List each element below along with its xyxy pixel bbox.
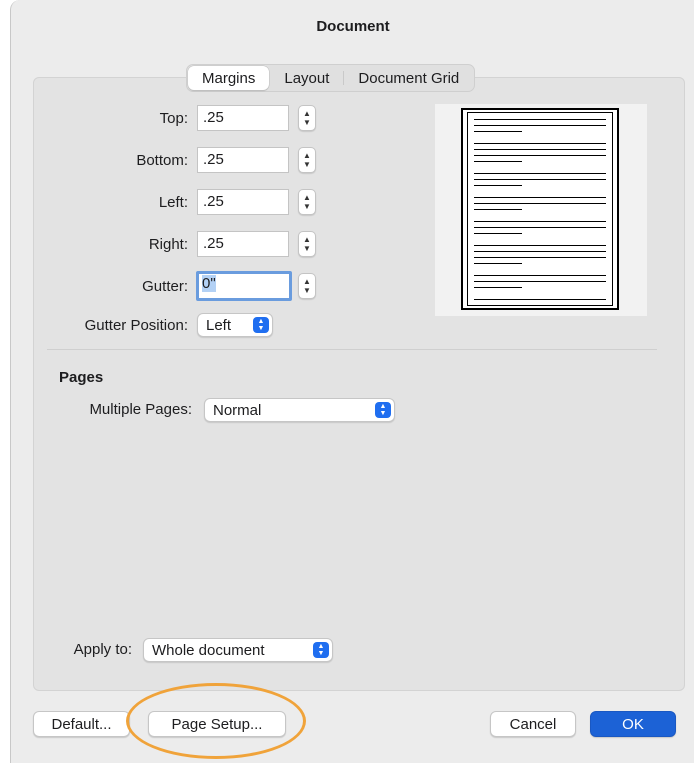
right-margin-field[interactable]: .25 xyxy=(197,231,289,257)
left-margin-field[interactable]: .25 xyxy=(197,189,289,215)
chevron-down-icon: ▼ xyxy=(303,202,311,211)
pages-section-title: Pages xyxy=(59,369,104,386)
preview-line xyxy=(474,263,522,264)
preview-line xyxy=(474,281,606,282)
chevron-up-icon: ▲ xyxy=(303,235,311,244)
left-margin-label: Left: xyxy=(158,194,188,211)
chevron-down-icon: ▼ xyxy=(303,244,311,253)
chevron-up-icon: ▲ xyxy=(303,151,311,160)
tab-bar: Margins Layout Document Grid xyxy=(186,64,476,92)
chevron-updown-icon: ▲ ▼ xyxy=(313,642,329,658)
chevron-up-icon: ▲ xyxy=(303,109,311,118)
top-margin-stepper[interactable]: ▲ ▼ xyxy=(298,105,316,131)
title-bar: Document xyxy=(11,0,694,58)
bottom-margin-stepper[interactable]: ▲ ▼ xyxy=(298,147,316,173)
page-setup-button[interactable]: Page Setup... xyxy=(148,711,286,737)
default-button[interactable]: Default... xyxy=(33,711,130,737)
right-margin-label: Right: xyxy=(148,236,188,253)
top-margin-field[interactable]: .25 xyxy=(197,105,289,131)
preview-line xyxy=(474,185,522,186)
gutter-stepper[interactable]: ▲ ▼ xyxy=(298,273,316,299)
preview-line xyxy=(474,131,522,132)
right-margin-stepper[interactable]: ▲ ▼ xyxy=(298,231,316,257)
ok-button[interactable]: OK xyxy=(590,711,676,737)
apply-to-value: Whole document xyxy=(152,641,265,659)
tab-margins[interactable]: Margins xyxy=(188,66,270,90)
preview-line xyxy=(474,197,606,198)
multiple-pages-popup[interactable]: Normal ▲ ▼ xyxy=(204,398,395,422)
chevron-down-icon: ▼ xyxy=(303,160,311,169)
apply-to-popup[interactable]: Whole document ▲ ▼ xyxy=(143,638,333,662)
chevron-updown-icon: ▲ ▼ xyxy=(253,317,269,333)
preview-line xyxy=(474,143,606,144)
chevron-down-icon: ▼ xyxy=(303,118,311,127)
preview-line xyxy=(474,221,606,222)
preview-line xyxy=(474,233,522,234)
preview-line xyxy=(474,251,606,252)
preview-line xyxy=(474,149,606,150)
gutter-value: 0" xyxy=(202,275,216,292)
section-divider xyxy=(47,349,657,350)
preview-line xyxy=(474,173,606,174)
preview-line xyxy=(474,119,606,120)
preview-line xyxy=(474,161,522,162)
preview-line xyxy=(474,287,522,288)
multiple-pages-label: Multiple Pages: xyxy=(89,401,192,418)
preview-line xyxy=(474,209,522,210)
preview-line xyxy=(474,257,606,258)
chevron-up-icon: ▲ xyxy=(303,193,311,202)
gutter-position-value: Left xyxy=(206,316,232,334)
tab-document-grid[interactable]: Document Grid xyxy=(344,65,473,91)
preview-line xyxy=(474,203,606,204)
chevron-updown-icon: ▲ ▼ xyxy=(375,402,391,418)
preview-line xyxy=(474,179,606,180)
gutter-label: Gutter: xyxy=(142,278,188,295)
gutter-position-label: Gutter Position: xyxy=(84,317,188,334)
top-margin-label: Top: xyxy=(159,110,188,127)
dialog-title: Document xyxy=(316,18,390,35)
gutter-position-popup[interactable]: Left ▲ ▼ xyxy=(197,313,273,337)
chevron-up-icon: ▲ xyxy=(303,277,311,286)
preview-line xyxy=(474,125,606,126)
page-margin-box xyxy=(467,112,613,306)
chevron-down-icon: ▼ xyxy=(303,286,311,295)
apply-to-label: Apply to: xyxy=(73,641,132,658)
page-preview xyxy=(435,104,647,316)
tab-layout[interactable]: Layout xyxy=(270,65,343,91)
gutter-field[interactable]: 0" xyxy=(196,271,292,301)
preview-line xyxy=(474,227,606,228)
preview-line xyxy=(474,245,606,246)
preview-line xyxy=(474,275,606,276)
cancel-button[interactable]: Cancel xyxy=(490,711,576,737)
left-margin-stepper[interactable]: ▲ ▼ xyxy=(298,189,316,215)
page-thumbnail xyxy=(461,108,619,310)
preview-line xyxy=(474,155,606,156)
preview-line xyxy=(474,299,606,300)
bottom-margin-field[interactable]: .25 xyxy=(197,147,289,173)
multiple-pages-value: Normal xyxy=(213,401,262,419)
bottom-margin-label: Bottom: xyxy=(136,152,188,169)
